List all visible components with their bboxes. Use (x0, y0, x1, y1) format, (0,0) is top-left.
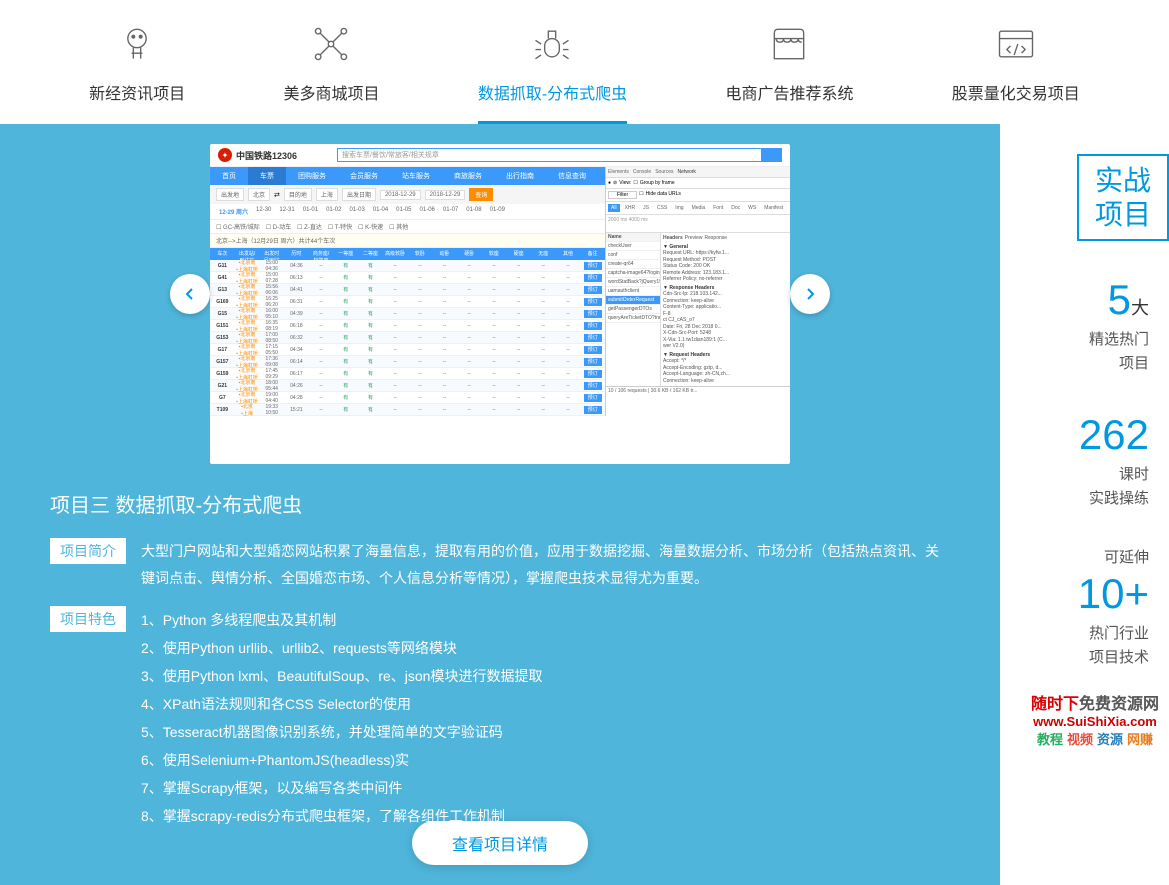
network-icon (307, 20, 355, 68)
code-icon (992, 20, 1040, 68)
search-box: 搜索车票/餐饮/常旅客/相关规章 (337, 148, 762, 162)
feature-item: 7、掌握Scrapy框架，以及编写各类中间件 (141, 774, 542, 802)
feature-item: 3、使用Python lxml、BeautifulSoup、re、json模块进… (141, 662, 542, 690)
feature-item: 2、使用Python urllib、urllib2、requests等网络模块 (141, 634, 542, 662)
feature-list: 1、Python 多线程爬虫及其机制2、使用Python urllib、urll… (141, 606, 542, 830)
project-tabs: 新经资讯项目 美多商城项目 数据抓取-分布式爬虫 电商广告推荐系统 股票量化交易… (0, 0, 1169, 124)
tab-news[interactable]: 新经资讯项目 (89, 20, 185, 124)
tab-label: 电商广告推荐系统 (725, 80, 853, 104)
feature-item: 1、Python 多线程爬虫及其机制 (141, 606, 542, 634)
chevron-left-icon (182, 286, 198, 302)
tab-ecommerce[interactable]: 电商广告推荐系统 (725, 20, 853, 124)
tab-label: 股票量化交易项目 (952, 80, 1080, 104)
project-feature-row: 项目特色 1、Python 多线程爬虫及其机制2、使用Python urllib… (50, 606, 950, 830)
feature-item: 5、Tesseract机器图像识别系统，并处理简单的文字验证码 (141, 718, 542, 746)
content-area: ✦ 中国铁路12306 搜索车票/餐饮/常旅客/相关规章 首页车票团购服务会员服… (0, 124, 1169, 885)
stat-block: 可延伸10+热门行业项目技术 (999, 546, 1169, 670)
tab-label: 美多商城项目 (283, 80, 379, 104)
feature-item: 6、使用Selenium+PhantomJS(headless)实 (141, 746, 542, 774)
feature-label: 项目特色 (50, 606, 126, 632)
tab-mall[interactable]: 美多商城项目 (283, 20, 379, 124)
tab-stock[interactable]: 股票量化交易项目 (952, 20, 1080, 124)
main-panel: ✦ 中国铁路12306 搜索车票/餐饮/常旅客/相关规章 首页车票团购服务会员服… (0, 124, 1000, 885)
train-type-options: ☐ GC-高铁/城际☐ D-动车☐ Z-直达☐ T-特快☐ K-快速☐ 其他 (210, 220, 605, 234)
tab-crawler[interactable]: 数据抓取-分布式爬虫 (478, 20, 627, 124)
carousel-prev-button[interactable] (170, 274, 210, 314)
train-list: G11▪北京南▪上海虹桥15:0004:3604:36--有有---------… (210, 260, 605, 416)
stat-block: 5大精选热门项目 (999, 276, 1169, 376)
intro-label: 项目简介 (50, 538, 126, 564)
carousel-next-button[interactable] (790, 274, 830, 314)
carousel: ✦ 中国铁路12306 搜索车票/餐饮/常旅客/相关规章 首页车票团购服务会员服… (50, 144, 950, 464)
practice-badge: 实战项目 (1077, 154, 1169, 241)
tab-label: 新经资讯项目 (89, 80, 185, 104)
intro-text: 大型门户网站和大型婚恋网站积累了海量信息，提取有用的价值，应用于数据挖掘、海量数… (141, 538, 950, 591)
nav-tabs: 首页车票团购服务会员服务站车服务商旅服务出行指南信息查询 (210, 167, 605, 185)
date-selector: 12-29 周六12-3012-3101-0101-0201-0301-0401… (210, 204, 605, 220)
brain-icon (113, 20, 161, 68)
tab-label: 数据抓取-分布式爬虫 (478, 80, 627, 104)
stat-block: 262课时实践操练 (999, 411, 1169, 511)
search-button (762, 148, 782, 162)
stats-sidebar: 实战项目 5大精选热门项目 262课时实践操练可延伸10+热门行业项目技术 (999, 124, 1169, 670)
project-screenshot: ✦ 中国铁路12306 搜索车票/餐饮/常旅客/相关规章 首页车票团购服务会员服… (210, 144, 790, 464)
site-title: 中国铁路12306 (236, 149, 297, 162)
bug-icon (528, 20, 576, 68)
project-title: 项目三 数据抓取-分布式爬虫 (50, 489, 950, 518)
watermark: 随时下免费资源网 www.SuiShiXia.com 教程视频资源网赚 (1031, 690, 1159, 748)
shop-icon (765, 20, 813, 68)
filter-bar: 出发地 北京 ⇄ 目的地 上海 出发日期 2018-12-29 2018-12-… (210, 185, 605, 204)
view-detail-button[interactable]: 查看项目详情 (412, 821, 588, 865)
railway-logo-icon: ✦ (218, 148, 232, 162)
feature-item: 4、XPath语法规则和各CSS Selector的使用 (141, 690, 542, 718)
chevron-right-icon (802, 286, 818, 302)
project-intro-row: 项目简介 大型门户网站和大型婚恋网站积累了海量信息，提取有用的价值，应用于数据挖… (50, 538, 950, 591)
devtools-panel: ElementsConsoleSourcesNetwork ●⊘View:☐Gr… (605, 167, 790, 416)
